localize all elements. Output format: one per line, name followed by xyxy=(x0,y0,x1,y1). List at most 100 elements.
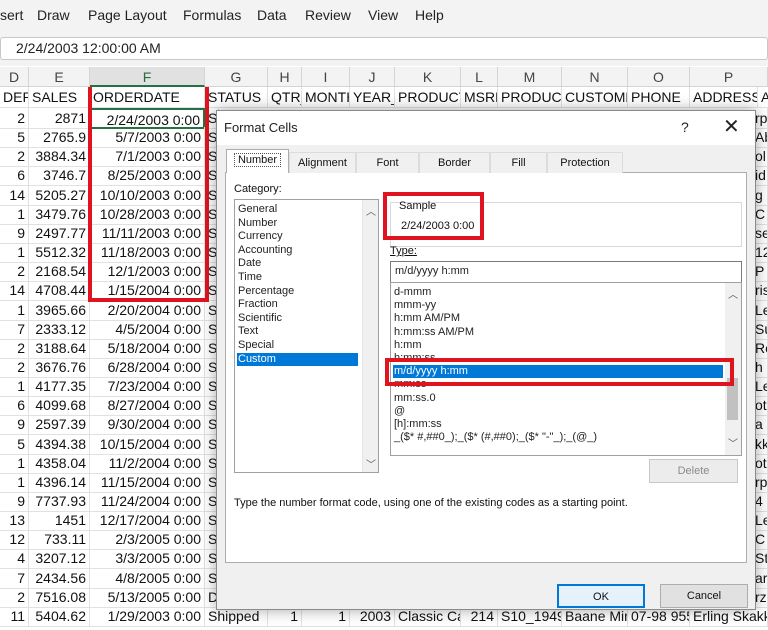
col-header-o[interactable]: O xyxy=(628,67,690,87)
header-cell[interactable]: PRODUCTI xyxy=(395,87,461,108)
type-item[interactable]: h:mm:ss AM/PM xyxy=(393,326,721,339)
data-cell[interactable]: 13 xyxy=(0,510,29,532)
data-cell[interactable]: 2168.54 xyxy=(29,261,90,283)
header-cell[interactable]: MONTH xyxy=(302,87,350,108)
type-item[interactable]: mm:ss.0 xyxy=(393,392,721,405)
data-cell[interactable]: 4099.68 xyxy=(29,395,90,417)
header-cell[interactable]: QTR_ xyxy=(268,87,302,108)
menu-draw[interactable]: Draw xyxy=(37,7,70,23)
category-item[interactable]: Text xyxy=(237,325,357,338)
type-item[interactable]: mmm-yy xyxy=(393,299,721,312)
col-header-d[interactable]: D xyxy=(0,67,29,87)
category-item[interactable]: Fraction xyxy=(237,298,357,311)
data-cell[interactable]: 4 xyxy=(0,548,29,570)
data-cell[interactable]: 3965.66 xyxy=(29,299,90,321)
data-cell[interactable]: 4396.14 xyxy=(29,471,90,493)
data-cell[interactable]: 11/11/2003 0:00 xyxy=(90,222,205,244)
data-cell[interactable]: 3/3/2005 0:00 xyxy=(90,548,205,570)
header-cell[interactable]: ORDERDATE xyxy=(90,87,205,108)
type-scrollbar[interactable]: ︿ ﹀ xyxy=(725,283,741,455)
col-header-g[interactable]: G xyxy=(205,67,268,87)
type-item[interactable]: d-mmm xyxy=(393,286,721,299)
menu-insert[interactable]: sert xyxy=(0,7,23,23)
data-cell[interactable]: 12/1/2003 0:00 xyxy=(90,261,205,283)
tab-border[interactable]: Border xyxy=(419,152,490,173)
header-cell[interactable]: SALES xyxy=(29,87,90,108)
data-cell[interactable]: 2 xyxy=(0,146,29,168)
data-cell[interactable]: 9 xyxy=(0,414,29,436)
data-cell[interactable]: 3188.64 xyxy=(29,337,90,359)
scroll-thumb[interactable] xyxy=(727,378,738,420)
header-cell[interactable]: MSRP xyxy=(461,87,498,108)
data-cell[interactable]: 1 xyxy=(0,452,29,474)
category-scrollbar[interactable]: ︿ ﹀ xyxy=(362,200,378,472)
data-cell[interactable]: 1 xyxy=(0,376,29,398)
data-cell[interactable]: 8/27/2004 0:00 xyxy=(90,395,205,417)
data-cell[interactable]: 1/29/2003 0:00 xyxy=(90,606,205,627)
chevron-up-icon[interactable]: ︿ xyxy=(364,203,378,218)
data-cell[interactable]: 9/30/2004 0:00 xyxy=(90,414,205,436)
data-cell[interactable]: 2497.77 xyxy=(29,222,90,244)
ok-button[interactable]: OK xyxy=(557,584,645,608)
menu-data[interactable]: Data xyxy=(257,7,287,23)
type-item[interactable]: [h]:mm:ss xyxy=(393,418,721,431)
data-cell[interactable]: 14 xyxy=(0,280,29,302)
data-cell[interactable]: 6 xyxy=(0,165,29,187)
data-cell[interactable]: 5205.27 xyxy=(29,184,90,206)
type-item[interactable]: _($* #,##0_);_($* (#,##0);_($* "-"_);_(@… xyxy=(393,431,721,444)
tab-font[interactable]: Font xyxy=(356,152,419,173)
header-cell[interactable]: YEAR_II xyxy=(350,87,395,108)
col-header-p[interactable]: P xyxy=(690,67,768,87)
data-cell[interactable]: 4394.38 xyxy=(29,433,90,455)
tab-protection[interactable]: Protection xyxy=(547,152,623,173)
close-icon[interactable]: ✕ xyxy=(723,114,740,139)
col-header-n[interactable]: N xyxy=(562,67,628,87)
chevron-down-icon[interactable]: ﹀ xyxy=(726,435,740,450)
data-cell[interactable]: 2 xyxy=(0,108,29,129)
formula-bar-input[interactable]: 2/24/2003 12:00:00 AM xyxy=(0,37,768,60)
data-cell[interactable]: 10/28/2003 0:00 xyxy=(90,203,205,225)
data-cell[interactable]: 5/7/2003 0:00 xyxy=(90,127,205,149)
type-item[interactable]: @ xyxy=(393,405,721,418)
category-item[interactable]: Number xyxy=(237,217,357,230)
data-cell[interactable]: 2597.39 xyxy=(29,414,90,436)
type-item[interactable]: mm:ss xyxy=(393,378,721,391)
data-cell[interactable]: 10/10/2003 0:00 xyxy=(90,184,205,206)
header-cell[interactable]: CUSTOMEI xyxy=(562,87,628,108)
category-item[interactable]: Special xyxy=(237,339,357,352)
data-cell[interactable]: 11 xyxy=(0,606,29,627)
category-item[interactable]: General xyxy=(237,203,357,216)
category-item[interactable]: Currency xyxy=(237,230,357,243)
menu-page-layout[interactable]: Page Layout xyxy=(88,7,167,23)
data-cell[interactable]: 2765.9 xyxy=(29,127,90,149)
category-item[interactable]: Accounting xyxy=(237,244,357,257)
data-cell[interactable]: 11/18/2003 0:00 xyxy=(90,242,205,264)
tab-fill[interactable]: Fill xyxy=(490,152,547,173)
header-cell[interactable]: ADDRESSL xyxy=(690,87,758,108)
data-cell[interactable]: 1 xyxy=(0,203,29,225)
data-cell[interactable]: 12 xyxy=(0,529,29,551)
data-cell[interactable]: 1/15/2004 0:00 xyxy=(90,280,205,302)
data-cell[interactable]: 3746.7 xyxy=(29,165,90,187)
data-cell[interactable]: 2 xyxy=(0,261,29,283)
chevron-up-icon[interactable]: ︿ xyxy=(726,286,740,301)
tab-alignment[interactable]: Alignment xyxy=(289,152,356,173)
category-item[interactable]: Date xyxy=(237,257,357,270)
data-cell[interactable]: 4177.35 xyxy=(29,376,90,398)
data-cell[interactable]: 12/17/2004 0:00 xyxy=(90,510,205,532)
col-header-i[interactable]: I xyxy=(302,67,350,87)
data-cell[interactable]: 1 xyxy=(0,299,29,321)
col-header-f[interactable]: F xyxy=(90,67,205,87)
data-cell[interactable]: 5512.32 xyxy=(29,242,90,264)
data-cell[interactable]: 3676.76 xyxy=(29,356,90,378)
menu-formulas[interactable]: Formulas xyxy=(183,7,241,23)
data-cell[interactable]: 5404.62 xyxy=(29,606,90,627)
data-cell[interactable]: 2/3/2005 0:00 xyxy=(90,529,205,551)
data-cell[interactable]: 11/15/2004 0:00 xyxy=(90,471,205,493)
data-cell[interactable]: 7/23/2004 0:00 xyxy=(90,376,205,398)
data-cell[interactable]: 11/2/2004 0:00 xyxy=(90,452,205,474)
data-cell[interactable]: 10/15/2004 0:00 xyxy=(90,433,205,455)
type-input[interactable]: m/d/yyyy h:mm xyxy=(390,261,742,283)
chevron-down-icon[interactable]: ﹀ xyxy=(364,456,378,471)
type-item[interactable]: h:mm AM/PM xyxy=(393,312,721,325)
